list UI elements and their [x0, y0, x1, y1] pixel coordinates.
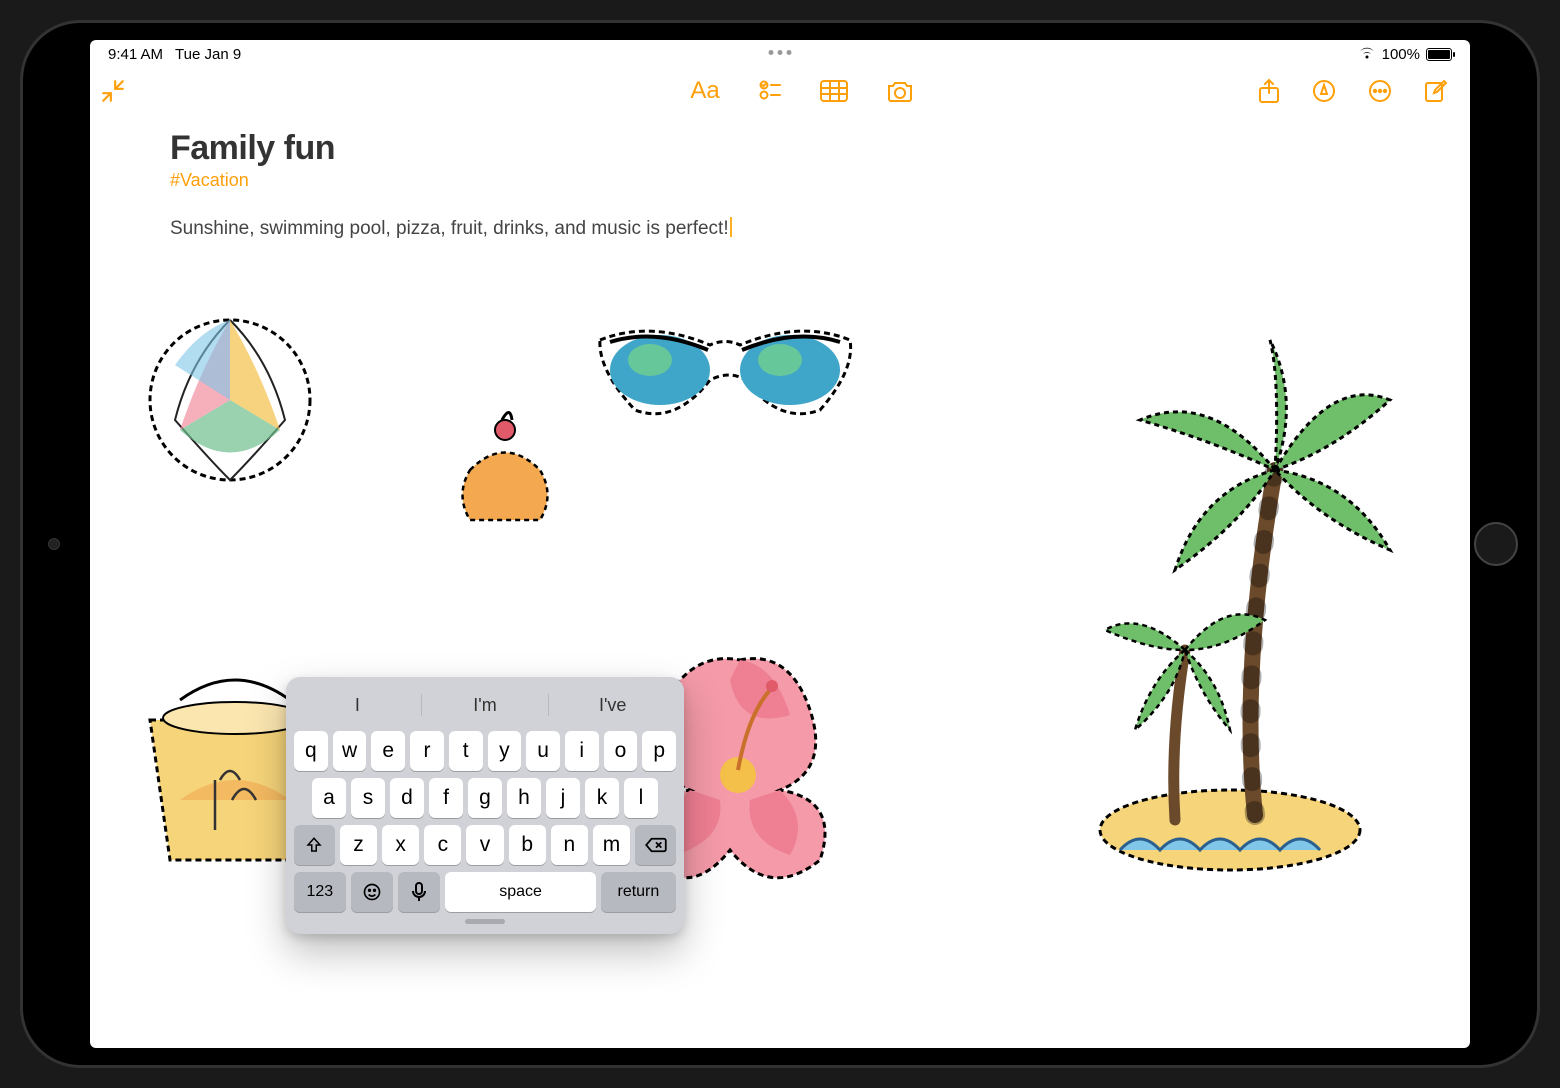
key-x[interactable]: x [382, 825, 419, 865]
key-f[interactable]: f [429, 778, 463, 818]
key-z[interactable]: z [340, 825, 377, 865]
key-i[interactable]: i [565, 731, 599, 771]
suggestion-2[interactable]: I'm [422, 695, 549, 716]
suggestion-bar: I I'm I've [294, 687, 676, 723]
return-key[interactable]: return [601, 872, 676, 912]
key-u[interactable]: u [526, 731, 560, 771]
compose-icon[interactable] [1424, 79, 1448, 103]
toolbar: Aa [90, 65, 1470, 117]
palm-island-sketch [1050, 320, 1410, 900]
beach-ball-sketch [130, 300, 330, 500]
keyboard-grab-handle[interactable] [465, 919, 505, 924]
key-row-1: q w e r t y u i o p [294, 731, 676, 771]
key-h[interactable]: h [507, 778, 541, 818]
share-icon[interactable] [1258, 78, 1280, 104]
status-time: 9:41 AM [108, 46, 163, 63]
key-row-4: 123 space return [294, 872, 676, 912]
key-row-2: a s d f g h j k l [294, 778, 676, 818]
key-d[interactable]: d [390, 778, 424, 818]
status-date: Tue Jan 9 [175, 46, 241, 63]
wifi-icon [1358, 46, 1376, 63]
more-icon[interactable] [1368, 79, 1392, 103]
text-format-button[interactable]: Aa [690, 77, 719, 105]
dictation-key[interactable] [398, 872, 440, 912]
key-e[interactable]: e [371, 731, 405, 771]
key-m[interactable]: m [593, 825, 630, 865]
sunglasses-sketch [580, 310, 870, 440]
key-o[interactable]: o [604, 731, 638, 771]
note-text[interactable]: Sunshine, swimming pool, pizza, fruit, d… [170, 217, 1390, 240]
front-camera [48, 538, 60, 550]
camera-icon[interactable] [886, 80, 914, 102]
table-icon[interactable] [820, 80, 848, 102]
key-t[interactable]: t [449, 731, 483, 771]
note-tag[interactable]: #Vacation [170, 170, 1390, 191]
key-r[interactable]: r [410, 731, 444, 771]
key-k[interactable]: k [585, 778, 619, 818]
cupcake-sketch [420, 400, 590, 580]
numbers-key[interactable]: 123 [294, 872, 346, 912]
note-title[interactable]: Family fun [170, 129, 1390, 168]
battery-icon [1426, 48, 1452, 61]
checklist-icon[interactable] [758, 79, 782, 103]
multitask-dots[interactable] [769, 50, 792, 55]
suggestion-3[interactable]: I've [549, 695, 676, 716]
battery-percent: 100% [1382, 46, 1420, 63]
key-v[interactable]: v [466, 825, 503, 865]
key-q[interactable]: q [294, 731, 328, 771]
ipad-frame: 9:41 AM Tue Jan 9 100% Aa [20, 20, 1540, 1068]
key-w[interactable]: w [333, 731, 367, 771]
key-p[interactable]: p [642, 731, 676, 771]
key-b[interactable]: b [509, 825, 546, 865]
screen: 9:41 AM Tue Jan 9 100% Aa [90, 40, 1470, 1048]
floating-keyboard[interactable]: I I'm I've q w e r t y u i o p a s [286, 677, 684, 934]
suggestion-1[interactable]: I [294, 695, 421, 716]
key-c[interactable]: c [424, 825, 461, 865]
text-cursor [730, 217, 732, 237]
key-y[interactable]: y [488, 731, 522, 771]
key-s[interactable]: s [351, 778, 385, 818]
markup-icon[interactable] [1312, 79, 1336, 103]
key-n[interactable]: n [551, 825, 588, 865]
emoji-key[interactable] [351, 872, 393, 912]
key-row-3: z x c v b n m [294, 825, 676, 865]
shift-key[interactable] [294, 825, 335, 865]
key-j[interactable]: j [546, 778, 580, 818]
key-g[interactable]: g [468, 778, 502, 818]
space-key[interactable]: space [445, 872, 595, 912]
backspace-key[interactable] [635, 825, 676, 865]
collapse-icon[interactable] [100, 78, 126, 104]
key-a[interactable]: a [312, 778, 346, 818]
home-button[interactable] [1474, 522, 1518, 566]
note-body[interactable]: Family fun #Vacation Sunshine, swimming … [90, 117, 1470, 240]
key-l[interactable]: l [624, 778, 658, 818]
